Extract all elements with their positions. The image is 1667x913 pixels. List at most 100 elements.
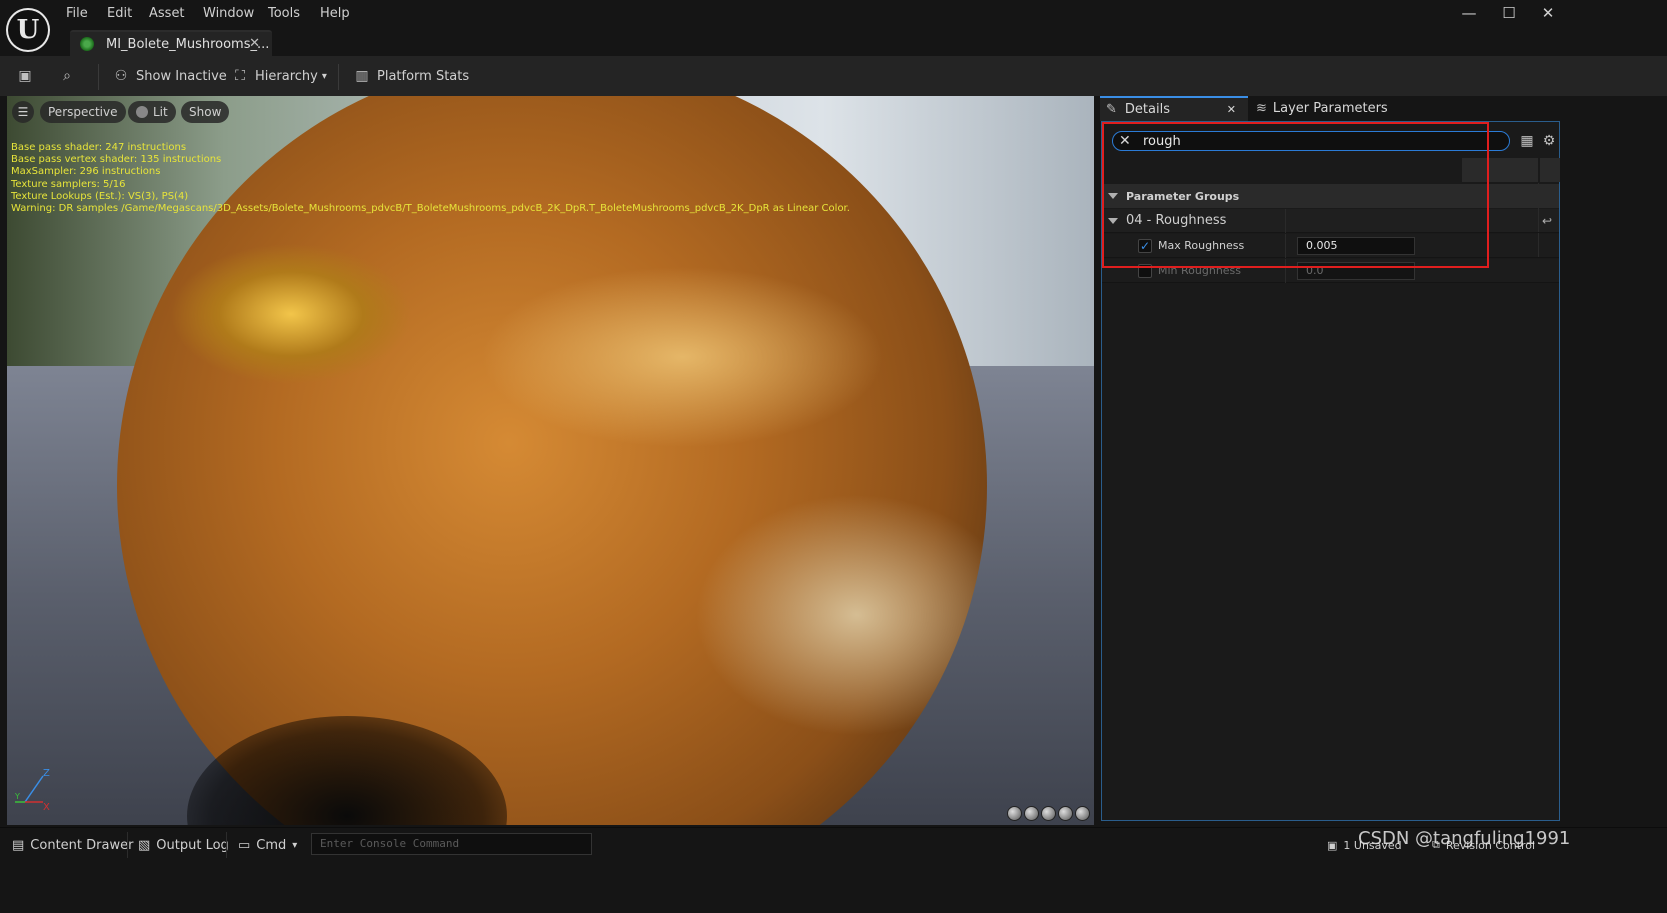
max-roughness-checkbox[interactable]: ✓	[1138, 238, 1152, 253]
column-divider	[1538, 233, 1539, 257]
hierarchy-button[interactable]: ⛶ Hierarchy ▾	[231, 64, 327, 88]
chevron-down-icon: ▾	[321, 70, 327, 82]
material-instance-icon	[80, 37, 94, 51]
menu-edit[interactable]: Edit	[107, 6, 132, 21]
parameter-groups-header[interactable]: Parameter Groups	[1102, 184, 1559, 208]
header-strip	[1540, 158, 1560, 182]
unreal-logo[interactable]: U	[6, 8, 50, 52]
expand-triangle-icon	[1108, 193, 1118, 199]
chevron-down-icon: ▾	[292, 839, 298, 851]
preview-cube-icon[interactable]	[1058, 806, 1073, 821]
status-divider	[127, 832, 128, 858]
shader-stats-overlay: Base pass shader: 247 instructions Base …	[11, 142, 850, 215]
content-drawer-label: Content Drawer	[30, 837, 134, 853]
search-input[interactable]	[1143, 133, 1509, 149]
header-strip	[1462, 158, 1538, 182]
axis-x-label: X	[43, 802, 50, 811]
preview-shape-selector	[1007, 806, 1090, 821]
tab-details[interactable]: ✎ Details ✕	[1100, 96, 1248, 121]
console-command-input[interactable]: Enter Console Command	[311, 833, 592, 855]
lit-sphere-icon	[136, 106, 148, 118]
title-bar: U File Edit Asset Window Tools Help MI_B…	[0, 0, 1667, 56]
platform-stats-icon: ▥	[355, 68, 369, 84]
preview-sphere-icon[interactable]	[1024, 806, 1039, 821]
close-tab-icon[interactable]: ✕	[249, 36, 260, 51]
column-divider	[1285, 234, 1286, 258]
column-divider	[1285, 209, 1286, 233]
settings-gear-icon[interactable]: ⚙	[1540, 132, 1558, 150]
menu-file[interactable]: File	[66, 6, 88, 21]
document-tab-label: MI_Bolete_Mushrooms_...	[106, 36, 270, 52]
param-label: Min Roughness	[1158, 264, 1242, 277]
output-log-icon: ▧	[138, 837, 151, 853]
stat-line: Texture samplers: 5/16	[11, 178, 126, 190]
search-box[interactable]: ✕	[1112, 131, 1510, 151]
show-button[interactable]: Show	[181, 101, 230, 123]
status-divider	[226, 832, 227, 858]
terminal-icon: ▭	[238, 837, 251, 853]
nodes-icon: ⚇	[114, 68, 128, 84]
min-roughness-checkbox[interactable]	[1138, 263, 1152, 278]
toolbar-divider	[98, 64, 99, 90]
param-row-min-roughness: Min Roughness 0.0	[1102, 259, 1559, 283]
preview-mesh-icon[interactable]	[1075, 806, 1090, 821]
platform-stats-button[interactable]: ▥ Platform Stats	[353, 64, 469, 88]
stat-line: Texture Lookups (Est.): VS(3), PS(4)	[11, 190, 189, 202]
close-window-button[interactable]: ✕	[1533, 4, 1563, 24]
minimize-button[interactable]: —	[1454, 4, 1484, 24]
content-drawer-icon: ▤	[12, 837, 25, 853]
axis-gizmo: Z Y X	[15, 768, 50, 811]
preview-cylinder-icon[interactable]	[1007, 806, 1022, 821]
show-inactive-label: Show Inactive	[136, 68, 227, 84]
document-tab[interactable]: MI_Bolete_Mushrooms_... ✕	[70, 30, 272, 56]
pencil-icon: ✎	[1106, 102, 1117, 117]
toolbar-divider	[338, 64, 339, 90]
output-log-button[interactable]: ▧ Output Log	[138, 835, 229, 855]
content-drawer-button[interactable]: ▤ Content Drawer	[12, 835, 133, 855]
stat-line: Base pass shader: 247 instructions	[11, 142, 187, 153]
clear-search-icon[interactable]: ✕	[1119, 133, 1133, 149]
perspective-button[interactable]: Perspective	[40, 101, 126, 123]
toolbar: ▣ ⌕ ⚇ Show Inactive ⛶ Hierarchy ▾ ▥ Platform…	[0, 56, 1667, 96]
hierarchy-icon: ⛶	[235, 68, 245, 84]
param-label: Max Roughness	[1158, 239, 1245, 252]
maximize-button[interactable]: ☐	[1494, 4, 1524, 24]
min-roughness-input[interactable]: 0.0	[1297, 261, 1415, 280]
tab-layer-parameters[interactable]: ≋ Layer Parameters	[1256, 96, 1388, 121]
browse-button[interactable]: ⌕	[58, 64, 82, 88]
stat-line: Warning: DR samples /Game/Megascans/3D_A…	[11, 203, 850, 215]
group-roughness-row[interactable]: 04 - Roughness	[1102, 209, 1559, 233]
menu-asset[interactable]: Asset	[149, 6, 185, 21]
details-panel: ✎ Details ✕ ≋ Layer Parameters ✕ ▦ ⚙ Par…	[1098, 96, 1667, 825]
cmd-label: Cmd	[256, 837, 287, 853]
menu-window[interactable]: Window	[203, 6, 254, 21]
show-inactive-button[interactable]: ⚇ Show Inactive	[112, 64, 227, 88]
viewport-menu-button[interactable]: ☰	[12, 101, 34, 123]
lit-label: Lit	[153, 105, 168, 119]
layers-icon: ≋	[1256, 101, 1267, 116]
material-preview-viewport[interactable]: ☰ Perspective Lit Show Base pass shader:…	[7, 96, 1094, 825]
save-button[interactable]: ▣	[16, 64, 40, 88]
menu-help[interactable]: Help	[320, 6, 350, 21]
platform-stats-label: Platform Stats	[377, 68, 470, 84]
group-roughness-label: 04 - Roughness	[1126, 213, 1227, 228]
watermark: CSDN @tangfuling1991	[1358, 828, 1571, 849]
close-tab-icon[interactable]: ✕	[1227, 103, 1236, 116]
hamburger-icon: ☰	[17, 105, 29, 119]
stat-line: MaxSampler: 296 instructions	[11, 166, 161, 178]
tab-details-label: Details	[1124, 102, 1170, 117]
lit-button[interactable]: Lit	[128, 101, 176, 123]
menu-tools[interactable]: Tools	[268, 6, 300, 21]
reset-to-default-icon[interactable]: ↩	[1542, 214, 1552, 228]
max-roughness-input[interactable]: 0.005	[1297, 236, 1415, 255]
window-bottom-edge	[0, 859, 1667, 913]
axis-z-label: Z	[43, 768, 50, 779]
output-log-label: Output Log	[156, 837, 229, 853]
cmd-button[interactable]: ▭ Cmd ▾	[238, 835, 297, 855]
save-icon: ▣	[18, 68, 32, 84]
table-view-icon[interactable]: ▦	[1518, 132, 1536, 150]
details-tab-strip: ✎ Details ✕ ≋ Layer Parameters	[1098, 96, 1667, 121]
details-body: ✕ ▦ ⚙ Parameter Groups 04 - Roughness ✓ …	[1101, 121, 1560, 821]
unsaved-icon: ▣	[1327, 838, 1338, 852]
preview-plane-icon[interactable]	[1041, 806, 1056, 821]
